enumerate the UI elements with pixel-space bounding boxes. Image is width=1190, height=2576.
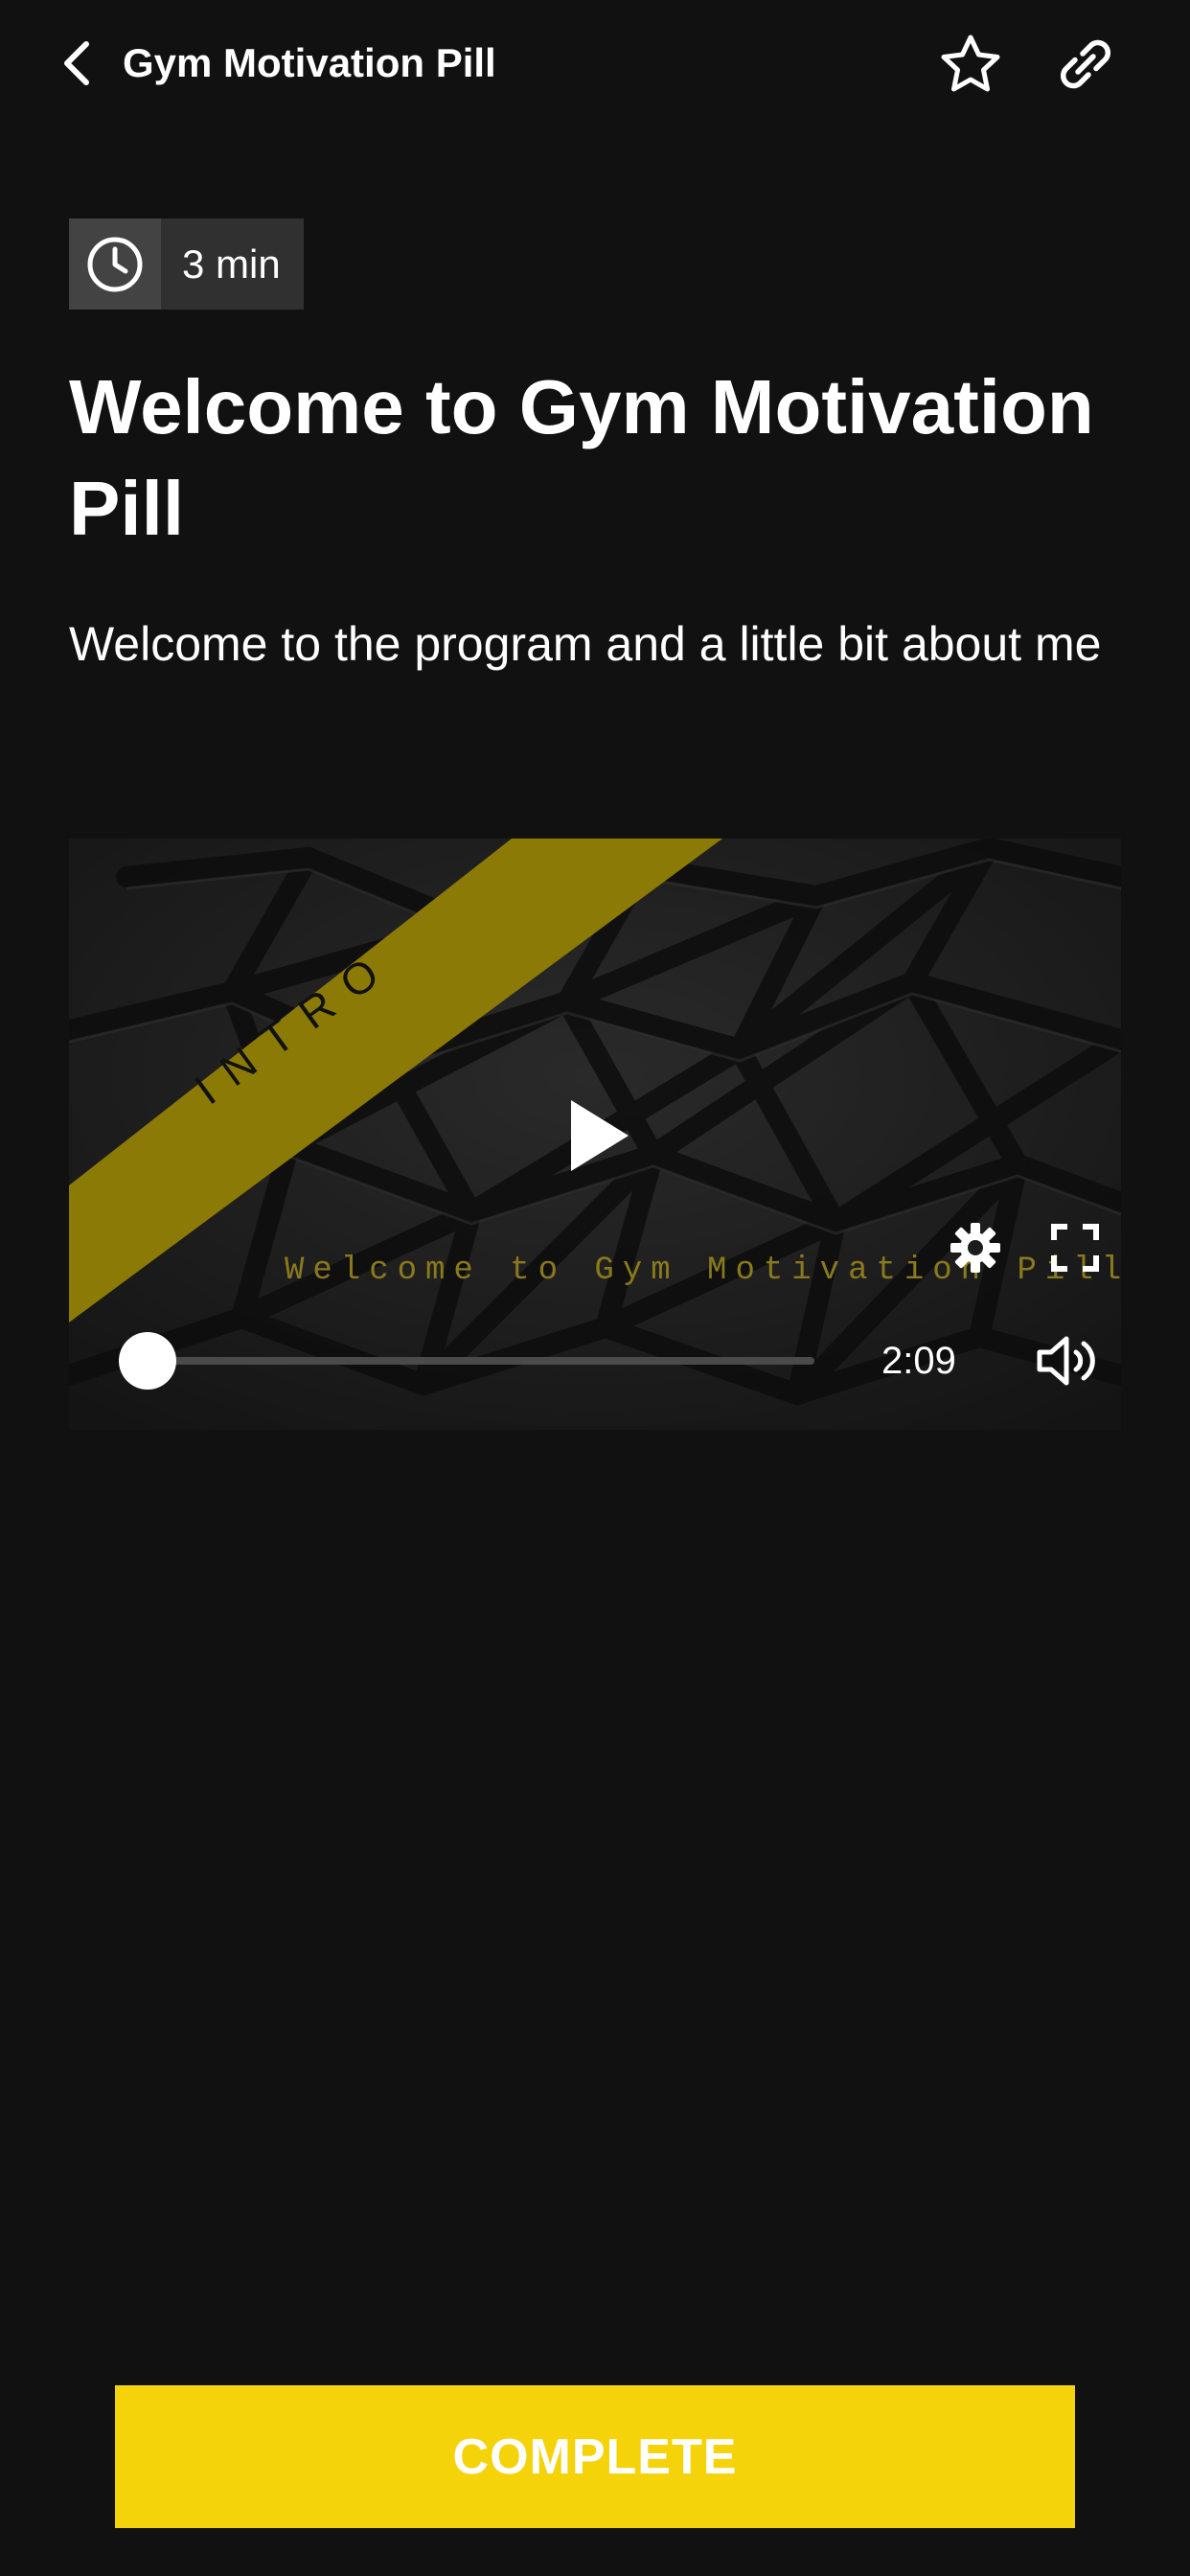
favorite-button[interactable] <box>937 31 1004 98</box>
link-icon <box>1060 39 1111 89</box>
time-remaining: 2:09 <box>881 1340 956 1382</box>
fullscreen-button[interactable] <box>1044 1217 1106 1278</box>
progress-bar[interactable] <box>119 1332 814 1390</box>
duration-label: 3 min <box>182 242 281 287</box>
gear-icon <box>950 1223 1000 1273</box>
chevron-left-icon <box>64 41 89 85</box>
volume-icon <box>1037 1336 1095 1386</box>
duration-icon-box <box>69 218 161 310</box>
back-button[interactable] <box>50 36 103 90</box>
share-link-button[interactable] <box>1052 31 1119 98</box>
duration-badge: 3 min <box>69 218 304 310</box>
clock-icon <box>87 237 143 291</box>
play-button[interactable] <box>561 1090 638 1182</box>
page-subtitle: Welcome to the program and a little bit … <box>69 617 1102 671</box>
fullscreen-icon <box>1051 1224 1099 1272</box>
play-icon <box>571 1100 629 1171</box>
page-title: Welcome to Gym Motivation Pill <box>69 364 1094 551</box>
complete-button[interactable]: COMPLETE <box>115 2385 1075 2528</box>
header-title: Gym Motivation Pill <box>123 40 496 85</box>
top-bar: Gym Motivation Pill <box>0 0 1190 128</box>
volume-button[interactable] <box>1031 1329 1104 1392</box>
video-player[interactable]: INTRO Welcome to Gym Motivation Pill 2:0… <box>69 839 1121 1430</box>
star-outline-icon <box>941 34 1000 92</box>
progress-handle[interactable] <box>119 1332 176 1390</box>
settings-button[interactable] <box>945 1217 1006 1278</box>
